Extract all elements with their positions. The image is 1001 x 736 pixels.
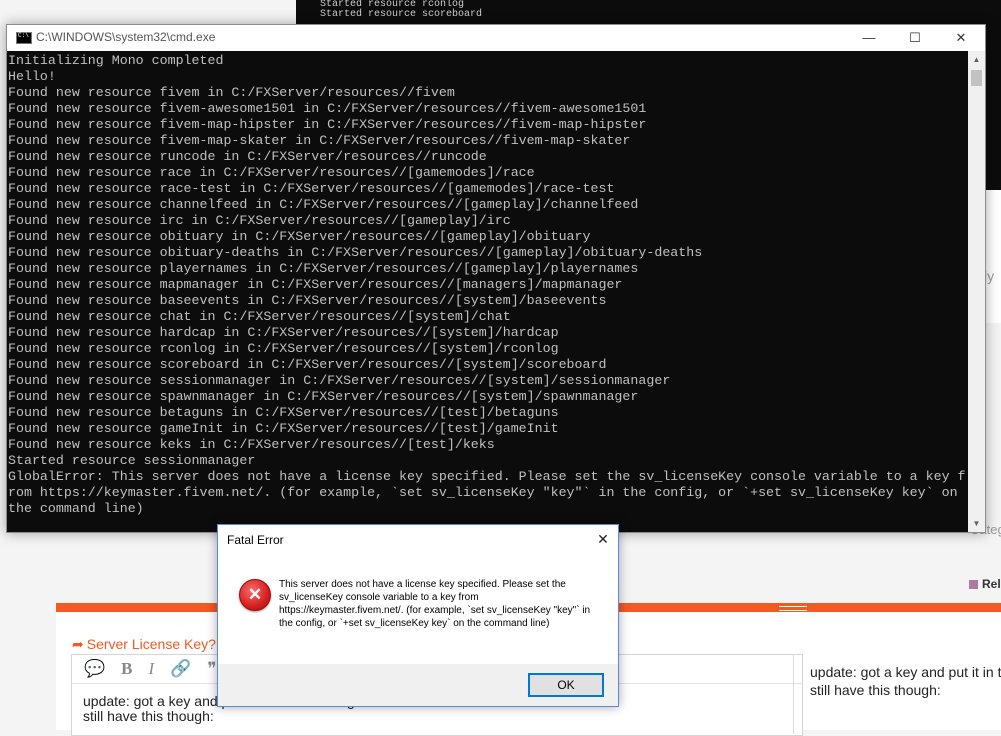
italic-button[interactable]: I [149, 659, 155, 679]
background-console-text: Started resource rconlog Started resourc… [320, 0, 483, 20]
quote-icon[interactable]: ❞ [207, 659, 216, 679]
console-output-text: Initializing Mono completed Hello! Found… [8, 53, 966, 516]
related-label: Rel [982, 577, 1001, 591]
scroll-up-arrow-icon[interactable]: ▲ [968, 51, 985, 68]
dialog-message: This server does not have a license key … [279, 579, 591, 629]
background-related-fragment: Rel [969, 577, 1001, 591]
reply-topic-link[interactable]: ➦ Server License Key? [72, 636, 216, 653]
maximize-button[interactable]: ☐ [892, 25, 938, 51]
fatal-error-dialog: Fatal Error ✕ This server does not have … [217, 524, 619, 707]
error-icon [239, 579, 271, 611]
dialog-close-button[interactable]: ✕ [588, 525, 618, 554]
console-output-area[interactable]: Initializing Mono completed Hello! Found… [7, 51, 968, 532]
reply-preview: update: got a key and put it in the stil… [793, 654, 1001, 734]
console-app-icon [16, 32, 32, 44]
scrollbar-thumb[interactable] [971, 70, 982, 86]
dialog-body: This server does not have a license key … [218, 554, 618, 662]
cmd-window-title: C:\WINDOWS\system32\cmd.exe [36, 30, 216, 44]
minimize-button[interactable]: — [846, 25, 892, 51]
ok-button[interactable]: OK [528, 673, 604, 697]
preview-text-line: update: got a key and put it in the [810, 664, 1001, 680]
reply-arrow-icon: ➦ [72, 636, 84, 652]
category-color-square [969, 580, 978, 589]
link-icon[interactable]: 🔗 [170, 659, 191, 679]
cmd-window: C:\WINDOWS\system32\cmd.exe — ☐ ✕ Initia… [6, 24, 986, 533]
vertical-scrollbar[interactable]: ▲ ▼ [968, 51, 985, 532]
close-button[interactable]: ✕ [938, 25, 984, 51]
scroll-down-arrow-icon[interactable]: ▼ [968, 515, 985, 532]
bold-button[interactable]: B [121, 659, 132, 679]
cmd-titlebar[interactable]: C:\WINDOWS\system32\cmd.exe — ☐ ✕ [7, 25, 985, 51]
dialog-footer: OK [218, 664, 618, 706]
resize-grip[interactable] [779, 606, 807, 611]
preview-text-line: still have this though: [810, 682, 941, 698]
editor-text-line: still have this though: [83, 708, 214, 724]
speech-bubble-icon[interactable]: 💬 [84, 659, 105, 679]
topic-title: Server License Key? [86, 636, 216, 652]
dialog-title: Fatal Error [227, 533, 284, 547]
